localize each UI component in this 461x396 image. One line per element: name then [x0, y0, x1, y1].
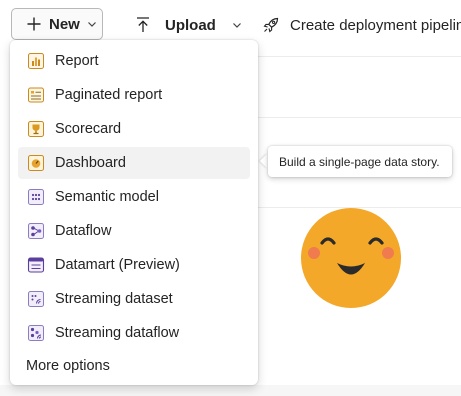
- create-deployment-pipeline-label: Create deployment pipeline: [290, 16, 461, 34]
- menu-item-label: Streaming dataset: [55, 291, 173, 307]
- chevron-down-icon: [87, 22, 96, 27]
- semantic-model-icon: [28, 189, 44, 205]
- rocket-icon: [263, 17, 279, 33]
- report-icon: [28, 53, 44, 69]
- menu-item-streaming-dataset[interactable]: Streaming dataset: [18, 283, 250, 315]
- scorecard-trophy-icon: [28, 121, 44, 137]
- menu-item-label: Report: [55, 53, 99, 69]
- more-options-link[interactable]: More options: [26, 358, 110, 374]
- upload-icon: [137, 17, 149, 32]
- menu-item-label: Paginated report: [55, 87, 163, 103]
- divider: [257, 117, 461, 118]
- paginated-report-icon: [28, 87, 44, 103]
- menu-item-scorecard[interactable]: Scorecard: [18, 113, 250, 145]
- dataflow-icon: [28, 223, 44, 239]
- menu-item-label: Dashboard: [55, 155, 126, 171]
- streaming-dataset-icon: [28, 291, 44, 307]
- new-item-menu: Report Paginated report Scorecard Dashbo…: [10, 40, 258, 385]
- menu-item-label: Dataflow: [55, 223, 112, 239]
- dashboard-gauge-icon: [28, 155, 44, 171]
- chevron-down-icon: [232, 23, 241, 28]
- menu-item-label: Semantic model: [55, 189, 159, 205]
- menu-item-report[interactable]: Report: [18, 45, 250, 77]
- dashboard-tooltip: Build a single-page data story.: [268, 146, 452, 177]
- menu-item-semantic-model[interactable]: Semantic model: [18, 181, 250, 213]
- upload-button-label: Upload: [165, 16, 216, 34]
- smiley-face-icon: [301, 208, 401, 308]
- menu-item-datamart[interactable]: Datamart (Preview): [18, 249, 250, 281]
- tooltip-text: Build a single-page data story.: [279, 154, 440, 169]
- page-footer-strip: [0, 385, 461, 396]
- new-button-label: New: [49, 15, 80, 33]
- streaming-dataflow-icon: [28, 325, 44, 341]
- menu-item-paginated-report[interactable]: Paginated report: [18, 79, 250, 111]
- menu-item-streaming-dataflow[interactable]: Streaming dataflow: [18, 317, 250, 349]
- menu-item-dataflow[interactable]: Dataflow: [18, 215, 250, 247]
- divider: [257, 56, 461, 57]
- menu-item-label: Scorecard: [55, 121, 122, 137]
- plus-icon: [27, 17, 41, 31]
- menu-item-label: Streaming dataflow: [55, 325, 180, 341]
- menu-item-label: Datamart (Preview): [55, 257, 180, 273]
- upload-button[interactable]: Upload: [134, 9, 242, 41]
- datamart-icon: [27, 257, 45, 273]
- menu-item-dashboard[interactable]: Dashboard: [18, 147, 250, 179]
- create-deployment-pipeline-button[interactable]: Create deployment pipeline: [262, 9, 461, 41]
- new-button[interactable]: New: [11, 8, 103, 40]
